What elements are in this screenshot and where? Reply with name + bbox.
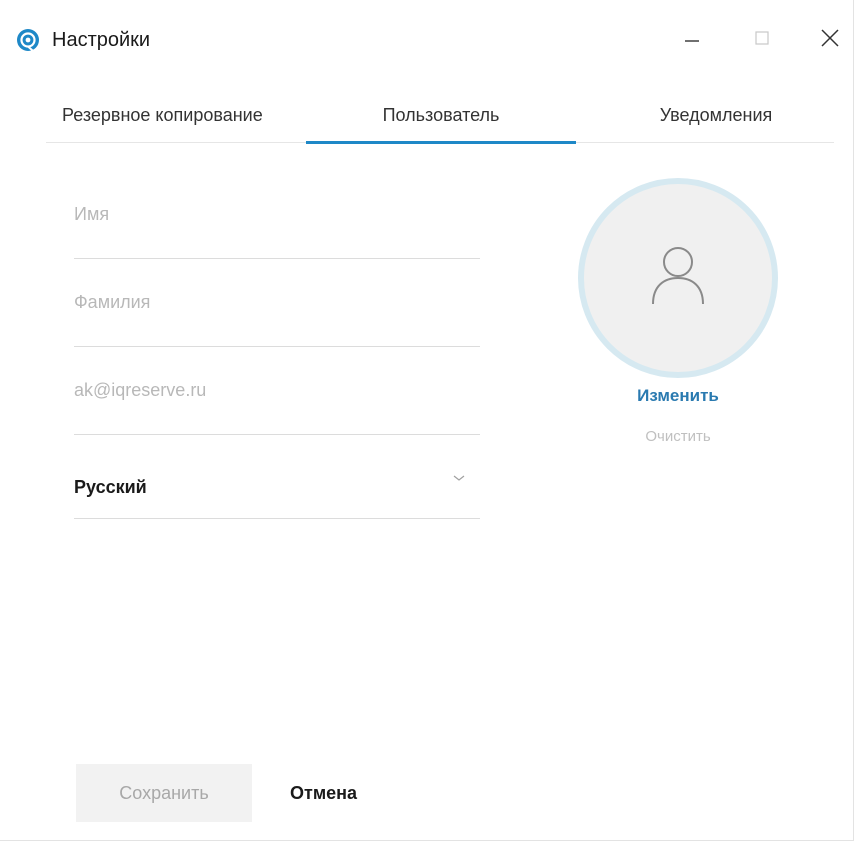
iqreserve-logo-icon [16,28,40,52]
change-avatar-link[interactable]: Изменить [578,386,778,406]
active-tab-indicator [306,141,576,144]
tab-notifications[interactable]: Уведомления [606,96,826,141]
maximize-button[interactable] [742,22,782,58]
minimize-button[interactable] [672,22,712,58]
language-selected-value: Русский [74,476,147,497]
language-select[interactable]: Русский [74,458,480,519]
window-title: Настройки [52,29,151,51]
chevron-down-icon [452,470,466,481]
settings-window: Настройки Резервное копирование Пользова… [0,0,854,841]
close-icon [819,27,841,54]
cancel-button[interactable]: Отмена [280,764,390,822]
maximize-icon [752,28,772,53]
clear-avatar-link[interactable]: Очистить [578,428,778,445]
save-button[interactable]: Сохранить [76,764,252,822]
avatar [578,178,778,378]
last-name-input[interactable] [74,282,480,322]
close-button[interactable] [810,22,850,58]
tab-user[interactable]: Пользователь [306,96,576,141]
user-icon [650,242,706,308]
first-name-field [74,194,480,259]
tab-backup[interactable]: Резервное копирование [62,96,294,141]
email-input[interactable] [74,370,480,410]
first-name-input[interactable] [74,194,480,234]
minimize-icon [682,28,702,53]
email-field [74,370,480,435]
title-bar: Настройки [0,0,854,80]
last-name-field [74,282,480,347]
settings-tabs: Резервное копирование Пользователь Уведо… [46,96,834,144]
